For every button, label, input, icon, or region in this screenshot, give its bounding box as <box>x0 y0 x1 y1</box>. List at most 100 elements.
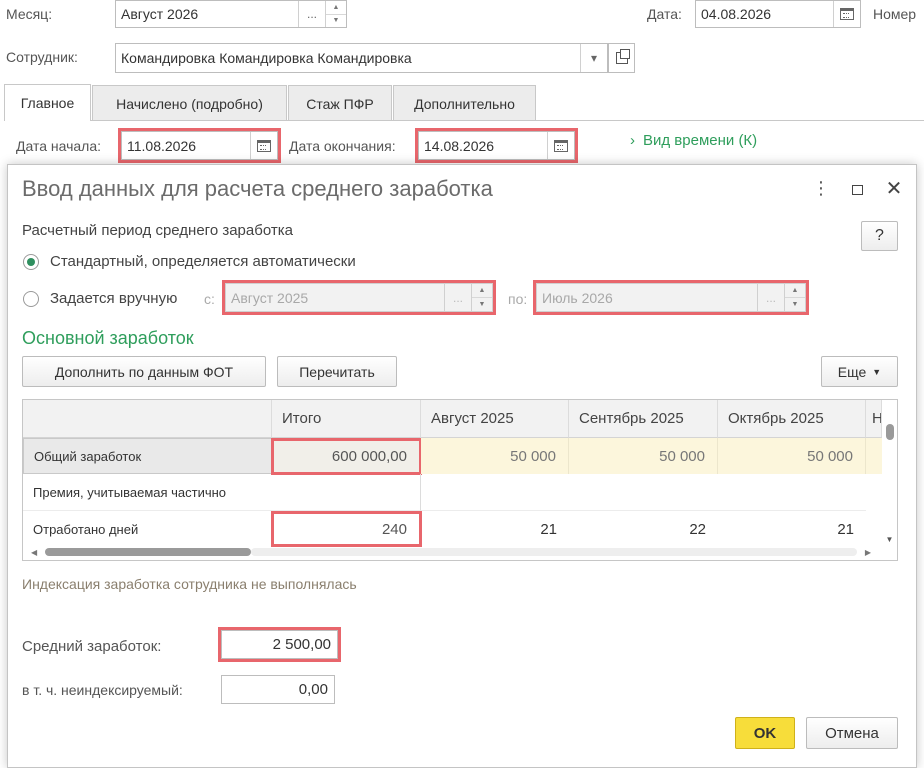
tabs-baseline <box>91 120 924 121</box>
fill-from-payroll-button[interactable]: Дополнить по данным ФОТ <box>22 356 266 387</box>
tab-main[interactable]: Главное <box>4 84 91 121</box>
period-from-label: с: <box>204 291 215 307</box>
grid-header-month-2[interactable]: Сентябрь 2025 <box>569 400 718 438</box>
employee-field[interactable]: Командировка Командировка Командировка ▾ <box>115 43 608 73</box>
scroll-left-icon[interactable]: ◀ <box>31 548 37 557</box>
spin-up-icon[interactable]: ▲ <box>472 284 492 298</box>
date-calendar-button[interactable] <box>833 1 860 27</box>
end-date-label: Дата окончания: <box>289 138 396 154</box>
grid-cell[interactable] <box>421 474 569 511</box>
earnings-grid: Итого Август 2025 Сентябрь 2025 Октябрь … <box>22 399 898 561</box>
end-date-value: 14.08.2026 <box>424 137 495 154</box>
grid-cell[interactable] <box>569 474 718 511</box>
grid-row-name[interactable]: Общий заработок <box>23 438 272 474</box>
average-earnings-label: Средний заработок: <box>22 638 162 655</box>
scroll-thumb-horizontal[interactable] <box>45 548 252 556</box>
time-kind-link[interactable]: › Вид времени (К) <box>630 132 757 149</box>
grid-row-name[interactable]: Премия, учитываемая частично <box>23 474 421 511</box>
tab-additional[interactable]: Дополнительно <box>393 85 536 121</box>
spin-down-icon[interactable]: ▼ <box>326 15 346 28</box>
grid-cell[interactable]: 22 <box>569 511 718 547</box>
chevron-right-icon: › <box>630 132 635 149</box>
calendar-icon <box>840 8 854 20</box>
grid-cell[interactable]: 21 <box>718 511 866 547</box>
grid-cell-overflow <box>866 438 882 474</box>
non-indexed-field[interactable]: 0,00 <box>221 675 335 704</box>
indexation-note: Индексация заработка сотрудника не выпол… <box>22 576 357 592</box>
scroll-down-icon[interactable]: ▼ <box>886 535 894 544</box>
grid-horizontal-scrollbar[interactable]: ◀ ▶ <box>31 546 871 558</box>
spin-down-icon[interactable]: ▼ <box>472 298 492 311</box>
grid-header-month-1[interactable]: Август 2025 <box>421 400 569 438</box>
month-field[interactable]: Август 2026 ... ▲ ▼ <box>115 0 347 28</box>
grid-cell[interactable] <box>718 474 866 511</box>
end-date-calendar-button[interactable] <box>547 132 574 159</box>
radio-selected-dot <box>27 258 35 266</box>
period-to-label: по: <box>508 291 528 307</box>
scroll-right-icon[interactable]: ▶ <box>865 548 871 557</box>
start-date-calendar-button[interactable] <box>250 132 277 159</box>
grid-header-month-4[interactable]: Н <box>866 400 882 438</box>
period-section-label: Расчетный период среднего заработка <box>22 222 293 239</box>
caret-down-icon: ▼ <box>872 366 882 377</box>
more-vertical-icon[interactable]: ⋮ <box>812 178 830 202</box>
date-label: Дата: <box>647 6 682 22</box>
help-button[interactable]: ? <box>861 221 898 251</box>
grid-cell[interactable]: 50 000 <box>718 438 866 474</box>
spin-down-icon[interactable]: ▼ <box>785 298 805 311</box>
reread-button[interactable]: Перечитать <box>277 356 397 387</box>
dialog-title: Ввод данных для расчета среднего заработ… <box>22 176 493 201</box>
calendar-icon <box>257 139 271 152</box>
period-from-field[interactable]: Август 2025 ... ▲ ▼ <box>222 280 496 315</box>
calendar-icon <box>554 139 568 152</box>
grid-cell[interactable]: 21 <box>421 511 569 547</box>
grid-row-total[interactable]: 240 <box>271 511 422 547</box>
period-to-field[interactable]: Июль 2026 ... ▲ ▼ <box>533 280 809 315</box>
employee-dropdown-button[interactable]: ▾ <box>580 44 607 72</box>
number-label: Номер <box>873 6 917 22</box>
grid-cell[interactable]: 50 000 <box>569 438 718 474</box>
grid-cell[interactable]: 50 000 <box>421 438 569 474</box>
end-date-field[interactable]: 14.08.2026 <box>415 128 578 163</box>
radio-manual-label[interactable]: Задается вручную <box>50 290 177 307</box>
average-earnings-field[interactable]: 2 500,00 <box>218 627 341 662</box>
grid-header-name <box>23 400 272 438</box>
radio-standard[interactable] <box>23 254 39 270</box>
more-button-label: Еще <box>837 363 867 380</box>
maximize-icon[interactable] <box>852 185 863 195</box>
period-to-select-button[interactable]: ... <box>757 284 784 311</box>
period-to-spin[interactable]: ▲ ▼ <box>784 284 805 311</box>
cancel-button[interactable]: Отмена <box>806 717 898 749</box>
period-from-value: Август 2025 <box>231 289 309 306</box>
ok-button[interactable]: OK <box>735 717 795 749</box>
employee-open-button[interactable] <box>608 43 635 73</box>
radio-manual[interactable] <box>23 291 39 307</box>
employee-value: Командировка Командировка Командировка <box>121 50 412 66</box>
grid-header-month-3[interactable]: Октябрь 2025 <box>718 400 866 438</box>
date-field[interactable]: 04.08.2026 <box>695 0 861 28</box>
start-date-value: 11.08.2026 <box>127 137 197 154</box>
close-icon[interactable]: ✕ <box>884 176 904 202</box>
employee-label: Сотрудник: <box>6 49 78 65</box>
spin-up-icon[interactable]: ▲ <box>326 1 346 15</box>
start-date-label: Дата начала: <box>16 138 102 154</box>
grid-row-name[interactable]: Отработано дней <box>23 511 272 547</box>
grid-vertical-scrollbar[interactable]: ▼ <box>882 424 897 544</box>
month-select-button[interactable]: ... <box>298 1 325 27</box>
tab-accrued-detailed[interactable]: Начислено (подробно) <box>92 85 287 121</box>
time-kind-link-label: Вид времени (К) <box>643 132 758 149</box>
grid-header-total[interactable]: Итого <box>272 400 421 438</box>
non-indexed-label: в т. ч. неиндексируемый: <box>22 682 183 698</box>
grid-row-total[interactable]: 600 000,00 <box>271 438 422 475</box>
scroll-thumb-vertical[interactable] <box>885 424 894 440</box>
spin-up-icon[interactable]: ▲ <box>785 284 805 298</box>
more-button[interactable]: Еще ▼ <box>821 356 898 387</box>
period-from-spin[interactable]: ▲ ▼ <box>471 284 492 311</box>
month-label: Месяц: <box>6 6 53 22</box>
start-date-field[interactable]: 11.08.2026 <box>118 128 281 163</box>
radio-standard-label[interactable]: Стандартный, определяется автоматически <box>50 253 356 270</box>
month-spin[interactable]: ▲ ▼ <box>325 1 346 27</box>
earnings-section-title: Основной заработок <box>22 328 194 348</box>
period-from-select-button[interactable]: ... <box>444 284 471 311</box>
tab-pension-experience[interactable]: Стаж ПФР <box>288 85 392 121</box>
